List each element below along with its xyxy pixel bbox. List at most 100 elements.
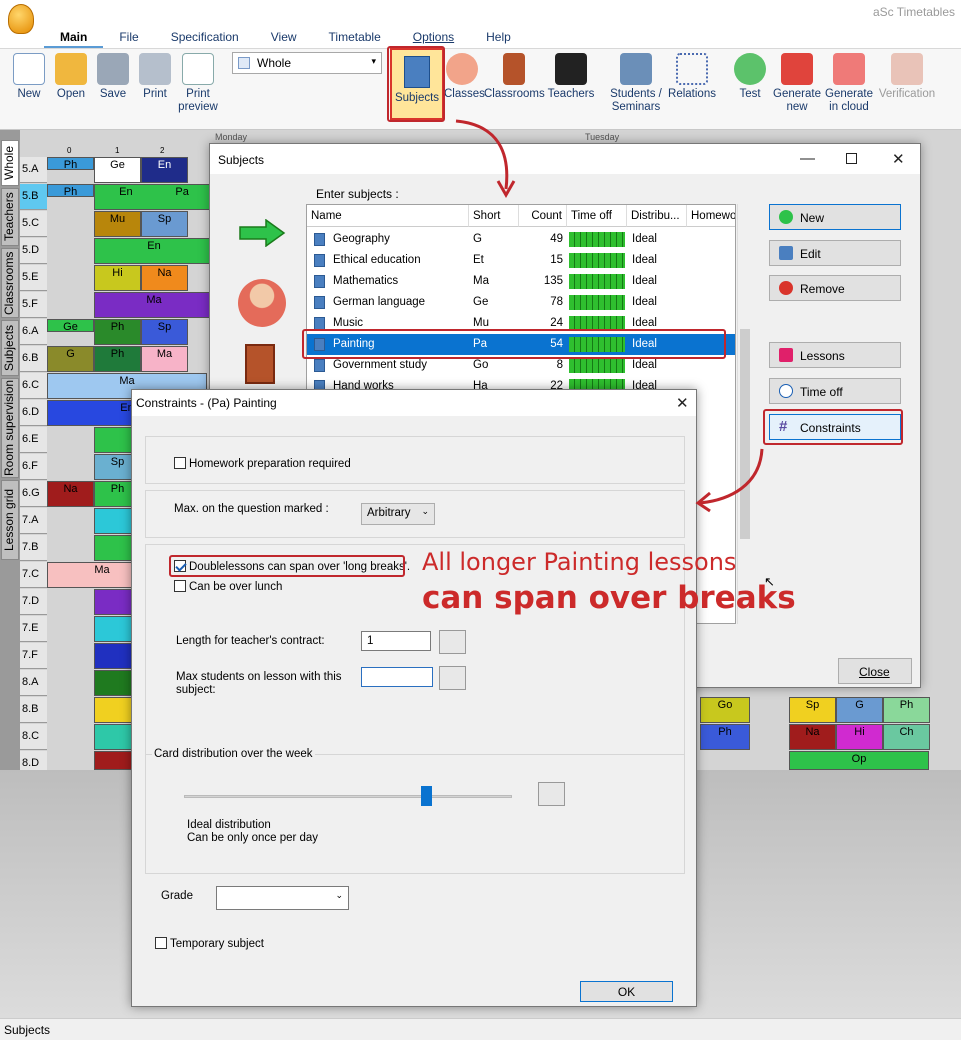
col-name[interactable]: Name [307,205,469,227]
row-label[interactable]: 8.C [20,724,47,750]
checkbox-icon[interactable] [155,937,167,949]
wrench-tools-icon[interactable] [538,782,565,806]
wrench-tools-icon[interactable] [439,666,466,690]
save-button[interactable]: Save [96,53,130,101]
new-subject-button[interactable]: New [769,204,901,230]
tab-view[interactable]: View [255,28,313,48]
side-tab-room-supervision[interactable]: Room supervision [1,378,19,478]
verification-button[interactable]: Verification [876,53,938,101]
col-short[interactable]: Short [469,205,519,227]
row-label[interactable]: 8.A [20,670,47,696]
max-question-select[interactable]: Arbitrary ⌄ [361,503,435,525]
col-count[interactable]: Count [519,205,567,227]
lesson-card[interactable]: Ma [94,292,214,318]
table-row[interactable]: Mathematics Ma 135 Ideal [307,271,735,292]
distribution-slider-track[interactable] [184,795,512,798]
lesson-card[interactable]: En [94,238,214,264]
checkbox-icon[interactable] [174,457,186,469]
remove-subject-button[interactable]: Remove [769,275,901,301]
table-scrollbar[interactable] [737,204,751,624]
wrench-tools-icon[interactable] [439,630,466,654]
close-icon[interactable]: ✕ [676,394,689,412]
table-row[interactable]: German language Ge 78 Ideal [307,292,735,313]
table-row[interactable]: Geography G 49 Ideal [307,229,735,250]
col-time-off[interactable]: Time off [567,205,627,227]
row-label[interactable]: 5.C [20,211,47,237]
row-label[interactable]: 5.A [20,157,47,183]
close-icon[interactable]: ✕ [892,150,905,168]
row-label[interactable]: 7.A [20,508,47,534]
print-button[interactable]: Print [138,53,172,101]
side-tab-teachers[interactable]: Teachers [1,188,19,246]
lesson-card[interactable]: Na [141,265,188,291]
lesson-card[interactable]: Hi [836,724,883,750]
tab-file[interactable]: File [103,28,154,48]
lesson-card[interactable]: Ph [47,157,94,171]
side-tab-classrooms[interactable]: Classrooms [1,248,19,318]
row-label[interactable]: 6.G [20,481,47,507]
lesson-card[interactable]: G [836,697,883,723]
temporary-checkbox[interactable]: Temporary subject [155,937,264,950]
teachers-button[interactable]: Teachers [546,53,596,101]
time-off-button[interactable]: Time off [769,378,901,404]
tab-options[interactable]: Options [397,28,470,48]
close-button[interactable]: Close [838,658,912,684]
row-label[interactable]: 7.E [20,616,47,642]
app-bell-icon[interactable] [8,4,34,34]
view-select[interactable]: Whole ▾ [232,52,382,74]
ok-button[interactable]: OK [580,981,673,1002]
generate-cloud-button[interactable]: Generate in cloud [824,53,874,114]
row-label[interactable]: 5.B [20,184,47,210]
row-label[interactable]: 5.D [20,238,47,264]
over-lunch-checkbox[interactable]: Can be over lunch [174,580,282,593]
lesson-card[interactable]: Sp [141,211,188,237]
students-seminars-button[interactable]: Students / Seminars [606,53,666,114]
lesson-card[interactable]: En Pa [94,184,214,210]
checkbox-icon[interactable] [174,580,186,592]
tab-timetable[interactable]: Timetable [313,28,397,48]
tab-help[interactable]: Help [470,28,527,48]
row-label[interactable]: 6.B [20,346,47,372]
lesson-card[interactable]: Na [47,481,94,507]
row-label[interactable]: 7.B [20,535,47,561]
lesson-card[interactable]: Ge [94,157,141,183]
lesson-card[interactable]: Ph [94,346,141,372]
lesson-card[interactable]: Ph [883,697,930,723]
side-tab-subjects[interactable]: Subjects [1,320,19,376]
tab-main[interactable]: Main [44,28,104,48]
time-off-bar[interactable] [569,358,625,373]
row-label[interactable]: 6.A [20,319,47,345]
grade-select[interactable]: ⌄ [216,886,349,910]
lesson-card[interactable]: Mu [94,211,141,237]
lesson-card[interactable]: Ch [883,724,930,750]
row-label[interactable]: 6.D [20,400,47,426]
test-button[interactable]: Test [734,53,766,101]
lessons-button[interactable]: Lessons [769,342,901,368]
lesson-card[interactable]: Op [789,751,929,770]
lesson-card[interactable]: Hi [94,265,141,291]
lesson-card[interactable]: Na [789,724,836,750]
row-label[interactable]: 7.F [20,643,47,669]
open-button[interactable]: Open [52,53,90,101]
distribution-slider-thumb[interactable] [421,786,432,806]
maximize-icon[interactable] [846,153,857,164]
row-label[interactable]: 5.F [20,292,47,318]
max-students-input[interactable] [361,667,433,687]
lesson-card[interactable]: Go [700,697,750,723]
row-label[interactable]: 7.C [20,562,47,588]
lesson-card[interactable]: Ge [47,319,94,333]
minimize-icon[interactable]: — [800,150,815,167]
chevron-down-icon[interactable]: ▾ [371,56,376,67]
row-label[interactable]: 5.E [20,265,47,291]
lesson-card[interactable]: G [47,346,94,372]
tab-specification[interactable]: Specification [155,28,255,48]
row-label[interactable]: 6.C [20,373,47,399]
col-distribution[interactable]: Distribu... [627,205,687,227]
row-label[interactable]: 6.E [20,427,47,453]
chevron-down-icon[interactable]: ⌄ [421,506,429,517]
lesson-card[interactable]: Sp [789,697,836,723]
new-button[interactable]: New [12,53,46,101]
relations-button[interactable]: Relations [666,53,718,101]
generate-new-button[interactable]: Generate new [772,53,822,114]
side-tab-lesson-grid[interactable]: Lesson grid [1,480,19,560]
